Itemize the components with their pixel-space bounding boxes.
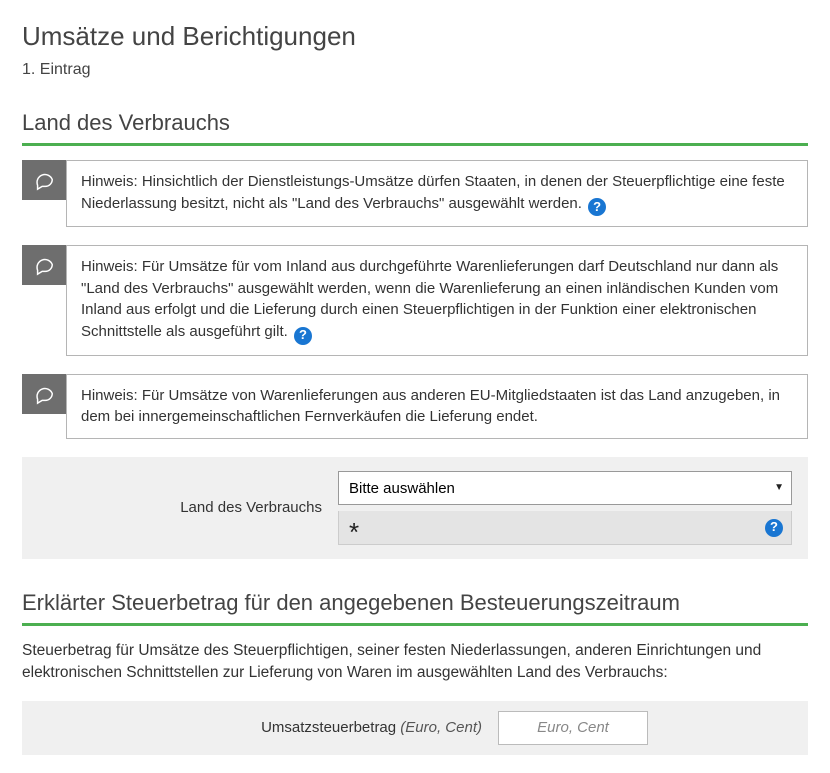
- hint-text: Hinweis: Für Umsätze für vom Inland aus …: [81, 258, 778, 340]
- land-select-block: Land des Verbrauchs Bitte auswählen ▼ * …: [22, 457, 808, 559]
- section-heading-tax: Erklärter Steuerbetrag für den angegeben…: [22, 587, 808, 619]
- land-select-label: Land des Verbrauchs: [38, 497, 338, 519]
- help-icon[interactable]: ?: [765, 519, 783, 537]
- speech-bubble-icon: [22, 245, 66, 285]
- section-rule: [22, 623, 808, 626]
- page-title: Umsätze und Berichtigungen: [22, 18, 808, 56]
- section-rule: [22, 143, 808, 146]
- hint-text: Hinweis: Hinsichtlich der Dienstleistung…: [81, 173, 785, 212]
- hint-text: Hinweis: Für Umsätze von Warenlieferunge…: [81, 387, 780, 426]
- required-indicator-row: * ?: [338, 511, 792, 545]
- land-select[interactable]: Bitte auswählen: [338, 471, 792, 505]
- hint-row: Hinweis: Für Umsätze von Warenlieferunge…: [22, 374, 808, 440]
- hint-box: Hinweis: Für Umsätze von Warenlieferunge…: [66, 374, 808, 440]
- help-icon[interactable]: ?: [294, 327, 312, 345]
- tax-description: Steuerbetrag für Umsätze des Steuerpflic…: [22, 640, 808, 685]
- section-heading-land: Land des Verbrauchs: [22, 107, 808, 139]
- hint-box: Hinweis: Für Umsätze für vom Inland aus …: [66, 245, 808, 356]
- page-subtitle: 1. Eintrag: [22, 58, 808, 81]
- tax-amount-label: Umsatzsteuerbetrag (Euro, Cent): [38, 717, 498, 739]
- speech-bubble-icon: [22, 374, 66, 414]
- hint-row: Hinweis: Hinsichtlich der Dienstleistung…: [22, 160, 808, 227]
- required-star-icon: *: [349, 519, 359, 545]
- help-icon[interactable]: ?: [588, 198, 606, 216]
- hint-row: Hinweis: Für Umsätze für vom Inland aus …: [22, 245, 808, 356]
- tax-amount-input[interactable]: [498, 711, 648, 745]
- hint-box: Hinweis: Hinsichtlich der Dienstleistung…: [66, 160, 808, 227]
- speech-bubble-icon: [22, 160, 66, 200]
- tax-amount-row: Umsatzsteuerbetrag (Euro, Cent): [22, 701, 808, 755]
